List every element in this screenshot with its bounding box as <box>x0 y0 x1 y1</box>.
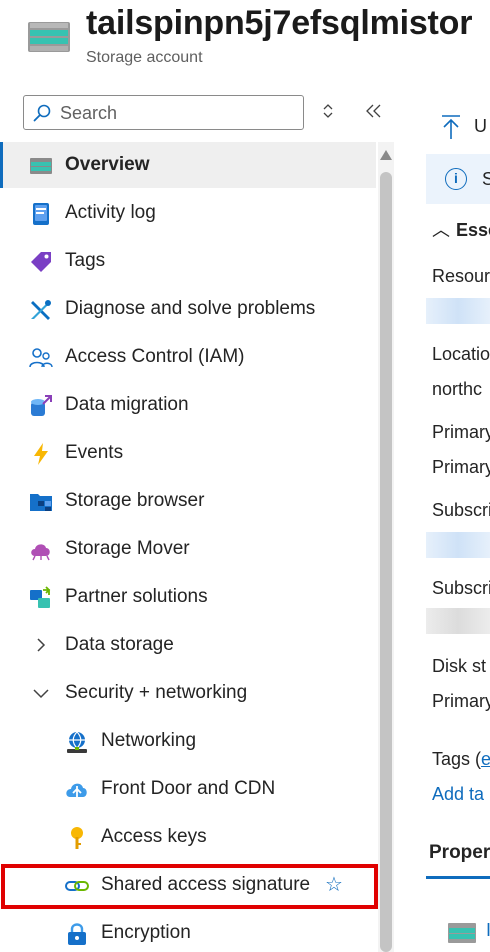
resource-menu: Overview Activity log Tags Diagnose and … <box>0 142 378 952</box>
nav-label: Access Control (IAM) <box>65 346 245 367</box>
nav-label: Overview <box>65 154 150 175</box>
data-migration-icon <box>31 395 52 416</box>
redacted-value <box>426 298 490 324</box>
essentials-label: Esse <box>456 220 490 240</box>
tab-properties[interactable]: Proper <box>429 842 490 864</box>
blade-header: tailspinpn5j7efsqlmistor Storage account <box>0 0 490 80</box>
upload-button[interactable]: U <box>426 112 490 142</box>
info-banner[interactable]: i S <box>426 154 490 204</box>
nav-label: Data storage <box>65 634 174 655</box>
nav-label: Partner solutions <box>65 586 208 607</box>
search-box[interactable] <box>23 95 304 130</box>
nav-label: Tags <box>65 250 106 271</box>
nav-item-access-control[interactable]: Access Control (IAM) <box>0 334 376 380</box>
search-input[interactable] <box>60 100 296 126</box>
nav-label: Networking <box>101 730 197 751</box>
tags-label: Tags ( <box>432 749 482 769</box>
nav-item-data-migration[interactable]: Data migration <box>0 382 376 428</box>
nav-item-shared-access-signature[interactable]: Shared access signature ☆ <box>0 862 376 908</box>
field-resource-group: Resour <box>432 266 490 286</box>
add-tags-link[interactable]: Add ta <box>432 784 484 805</box>
nav-item-activity-log[interactable]: Activity log <box>0 190 376 236</box>
nav-label: Encryption <box>101 922 191 943</box>
scroll-thumb[interactable] <box>380 172 392 952</box>
chevron-down-icon <box>33 689 49 699</box>
field-primary: Primary <box>432 422 490 442</box>
nav-label: Diagnose and solve problems <box>65 298 316 319</box>
info-text: S <box>482 169 490 189</box>
nav-item-storage-mover[interactable]: Storage Mover <box>0 526 376 572</box>
nav-label: Storage Mover <box>65 538 190 559</box>
nav-label: Data migration <box>65 394 189 415</box>
scroll-up-icon[interactable] <box>380 150 392 160</box>
tags-edit-link[interactable]: e <box>481 749 490 769</box>
nav-item-networking[interactable]: Networking <box>0 718 376 764</box>
nav-item-encryption[interactable]: Encryption <box>0 910 376 952</box>
nav-label: Events <box>65 442 124 463</box>
chevron-up-down-icon[interactable] <box>318 102 338 124</box>
activity-log-icon <box>33 203 49 225</box>
upload-icon <box>442 115 460 139</box>
search-icon <box>33 104 51 122</box>
nav-label: Activity log <box>65 202 156 223</box>
nav-label: Security + networking <box>65 682 248 703</box>
nav-item-tags[interactable]: Tags <box>0 238 376 284</box>
tab-underline <box>426 876 490 879</box>
storage-account-icon <box>448 923 476 943</box>
upload-label: U <box>474 116 487 136</box>
nav-item-partner-solutions[interactable]: Partner solutions <box>0 574 376 620</box>
wrench-icon <box>31 300 51 320</box>
lightning-icon <box>34 443 48 465</box>
nav-label: Front Door and CDN <box>101 778 276 799</box>
nav-label: Storage browser <box>65 490 205 511</box>
nav-item-events[interactable]: Events <box>0 430 376 476</box>
field-tags: Tags (e <box>432 749 490 770</box>
nav-item-overview[interactable]: Overview <box>0 142 376 188</box>
nav-group-data-storage[interactable]: Data storage <box>0 622 376 668</box>
link-icon <box>65 881 89 891</box>
key-icon <box>71 827 83 849</box>
chevron-up-icon: ︿ <box>432 220 450 240</box>
overview-icon <box>30 158 52 174</box>
front-door-icon <box>66 783 87 800</box>
nav-label: Access keys <box>101 826 207 847</box>
tag-icon <box>31 252 51 272</box>
field-primary: Primary <box>432 691 490 711</box>
main-content: U i S ︿ Esse Resour Locatio northc Primar… <box>426 0 490 952</box>
redacted-value <box>426 608 490 634</box>
chevron-right-icon <box>37 638 46 652</box>
redacted-value <box>426 532 490 558</box>
page-subtitle: Storage account <box>86 49 203 66</box>
nav-item-storage-browser[interactable]: Storage browser <box>0 478 376 524</box>
nav-scrollbar[interactable] <box>378 142 394 952</box>
double-chevron-left-icon[interactable] <box>362 100 386 124</box>
info-icon: i <box>445 168 467 190</box>
essentials-toggle[interactable]: ︿ Esse <box>432 216 490 242</box>
field-location: Locatio <box>432 344 490 364</box>
field-subscription-id: Subscri <box>432 578 490 598</box>
people-icon <box>29 348 53 368</box>
storage-account-icon <box>28 22 70 52</box>
location-value: northc <box>432 379 483 399</box>
properties-item[interactable]: I <box>486 920 490 941</box>
page-title: tailspinpn5j7efsqlmistor <box>86 4 473 42</box>
partner-icon <box>30 586 51 608</box>
nav-label: Shared access signature <box>101 874 311 895</box>
nav-item-front-door[interactable]: Front Door and CDN <box>0 766 376 812</box>
nav-item-access-keys[interactable]: Access keys <box>0 814 376 860</box>
nav-group-security-networking[interactable]: Security + networking <box>0 670 376 716</box>
field-subscription: Subscri <box>432 500 490 520</box>
storage-browser-icon <box>30 494 52 511</box>
star-icon[interactable]: ☆ <box>325 872 343 897</box>
field-disk-state: Disk st <box>432 656 486 676</box>
field-primary: Primary <box>432 457 490 477</box>
cloud-icon <box>31 544 50 561</box>
lock-icon <box>68 923 86 945</box>
nav-item-diagnose[interactable]: Diagnose and solve problems <box>0 286 376 332</box>
networking-icon <box>67 731 87 753</box>
